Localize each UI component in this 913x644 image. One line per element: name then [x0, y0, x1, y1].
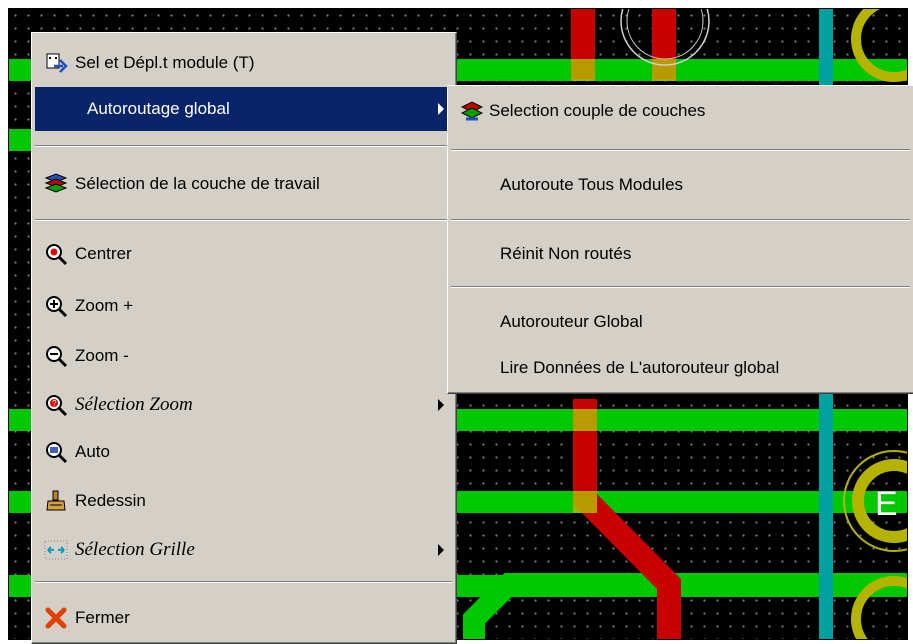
- menu-separator: [35, 145, 452, 147]
- move-module-icon: [43, 50, 69, 76]
- menu-item-label: Redessin: [75, 491, 146, 510]
- context-menu: Sel et Dépl.t module (T) Autoroutage glo…: [31, 32, 457, 644]
- redraw-brush-icon: [43, 488, 69, 514]
- menu-item-label: Zoom +: [75, 296, 134, 315]
- menu-separator: [35, 219, 452, 221]
- menu-item-select-working-layer[interactable]: Sélection de la couche de travail: [35, 162, 452, 206]
- layer-pair-icon: [459, 98, 485, 124]
- pad-label: E: [875, 485, 898, 523]
- menu-item-label: Fermer: [75, 608, 130, 627]
- submenu-arrow-icon: [438, 544, 444, 556]
- track-overlap: [573, 491, 597, 513]
- layers-icon: [43, 171, 69, 197]
- center-zoom-icon: [43, 241, 69, 267]
- submenu-arrow-icon: [438, 103, 444, 115]
- track-overlap: [652, 59, 676, 81]
- submenu-arrow-icon: [438, 399, 444, 411]
- menu-item-redraw[interactable]: Redessin: [35, 479, 452, 523]
- submenu-item-layer-pair[interactable]: Selection couple de couches: [451, 91, 910, 131]
- menu-item-zoom-in[interactable]: Zoom +: [35, 284, 452, 328]
- menu-item-close[interactable]: Fermer: [35, 596, 452, 640]
- zoom-select-icon: ?: [43, 392, 69, 418]
- submenu-item-label: Autoroute Tous Modules: [500, 175, 684, 194]
- submenu-item-autoroute-all-modules[interactable]: Autoroute Tous Modules: [451, 165, 910, 205]
- menu-item-label: Autoroutage global: [87, 99, 230, 118]
- submenu-item-label: Autorouteur Global: [500, 312, 643, 331]
- zoom-auto-icon: [43, 439, 69, 465]
- submenu-item-label: Lire Données de L'autorouteur global: [500, 358, 780, 377]
- menu-item-grid-selection[interactable]: Sélection Grille: [35, 528, 452, 572]
- menu-item-move-module[interactable]: Sel et Dépl.t module (T): [35, 41, 452, 85]
- menu-item-label: Sélection Grille: [75, 539, 195, 560]
- svg-text:?: ?: [52, 399, 57, 408]
- submenu-item-read-autorouter-data[interactable]: Lire Données de L'autorouteur global: [451, 348, 910, 388]
- submenu-item-global-autorouter[interactable]: Autorouteur Global: [451, 302, 910, 342]
- menu-item-center[interactable]: Centrer: [35, 232, 452, 276]
- menu-item-label: Sel et Dépl.t module (T): [75, 53, 255, 72]
- menu-separator: [35, 581, 452, 583]
- submenu-item-label: Selection couple de couches: [489, 101, 706, 120]
- submenu-item-label: Réinit Non routés: [500, 244, 632, 263]
- zoom-out-icon: [43, 343, 69, 369]
- menu-separator: [451, 219, 910, 221]
- submenu-item-reset-unrouted[interactable]: Réinit Non routés: [451, 234, 910, 274]
- track-overlap: [573, 409, 597, 431]
- menu-item-label: Sélection de la couche de travail: [75, 174, 320, 193]
- close-icon: [43, 605, 69, 631]
- menu-item-label: Centrer: [75, 244, 132, 263]
- menu-item-label: Auto: [75, 442, 110, 461]
- menu-separator: [451, 286, 910, 288]
- menu-item-zoom-out[interactable]: Zoom -: [35, 334, 452, 378]
- grid-icon: [43, 537, 69, 563]
- autoroute-submenu: Selection couple de couches Autoroute To…: [447, 85, 913, 394]
- menu-item-label: Zoom -: [75, 346, 129, 365]
- green-track-bend: [463, 573, 907, 639]
- menu-separator: [451, 149, 910, 151]
- menu-item-label: Sélection Zoom: [75, 394, 193, 415]
- menu-item-global-autoroute[interactable]: Autoroutage global: [35, 87, 452, 131]
- track-overlap: [571, 59, 595, 81]
- red-track-diagonal: [573, 399, 681, 639]
- menu-item-zoom-selection[interactable]: ? Sélection Zoom: [35, 383, 452, 427]
- zoom-in-icon: [43, 293, 69, 319]
- menu-item-zoom-auto[interactable]: Auto: [35, 430, 452, 474]
